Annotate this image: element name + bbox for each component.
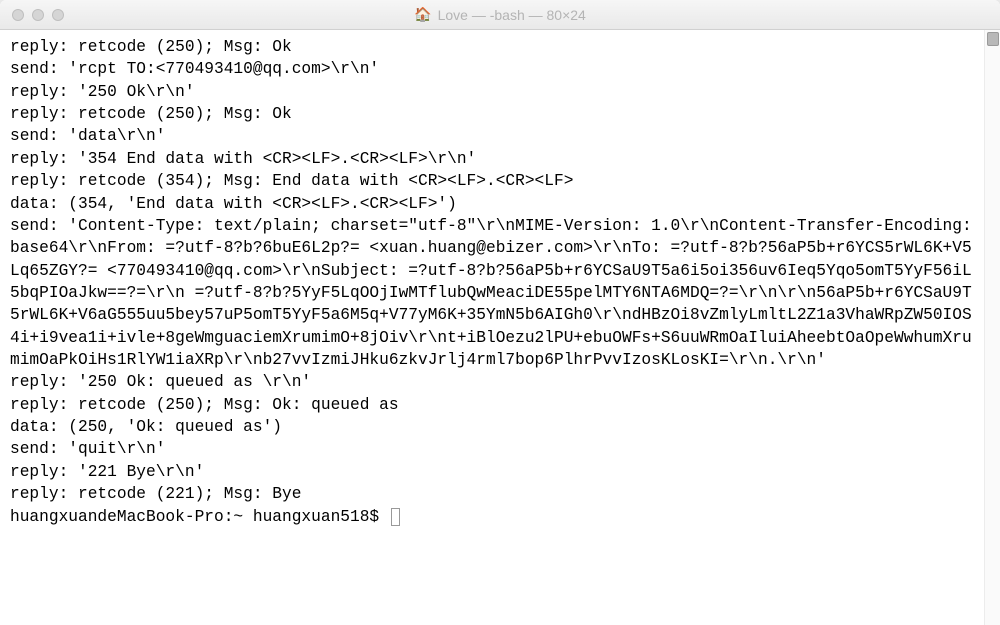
terminal-line: send: 'rcpt TO:<770493410@qq.com>\r\n' [10, 58, 974, 80]
terminal-line: reply: retcode (250); Msg: Ok [10, 36, 974, 58]
terminal-line: reply: retcode (250); Msg: Ok: queued as [10, 394, 974, 416]
scrollbar-thumb[interactable] [987, 32, 999, 46]
terminal-line: send: 'data\r\n' [10, 125, 974, 147]
title-wrap: 🏠 Love — -bash — 80×24 [0, 6, 1000, 23]
close-button[interactable] [12, 9, 24, 21]
home-icon: 🏠 [414, 6, 431, 23]
traffic-lights [0, 9, 64, 21]
terminal-line: data: (250, 'Ok: queued as') [10, 416, 974, 438]
window-title: Love — -bash — 80×24 [438, 7, 586, 23]
terminal-line: send: 'Content-Type: text/plain; charset… [10, 215, 974, 372]
terminal-line: reply: retcode (250); Msg: Ok [10, 103, 974, 125]
terminal-line: reply: '221 Bye\r\n' [10, 461, 974, 483]
terminal-line: reply: '354 End data with <CR><LF>.<CR><… [10, 148, 974, 170]
prompt-line[interactable]: huangxuandeMacBook-Pro:~ huangxuan518$ [10, 506, 974, 528]
terminal-window: 🏠 Love — -bash — 80×24 reply: retcode (2… [0, 0, 1000, 625]
terminal-area: reply: retcode (250); Msg: Oksend: 'rcpt… [0, 30, 1000, 625]
terminal-line: reply: '250 Ok\r\n' [10, 81, 974, 103]
terminal-output[interactable]: reply: retcode (250); Msg: Oksend: 'rcpt… [0, 30, 984, 625]
shell-prompt: huangxuandeMacBook-Pro:~ huangxuan518$ [10, 508, 389, 526]
terminal-line: data: (354, 'End data with <CR><LF>.<CR>… [10, 193, 974, 215]
terminal-line: reply: retcode (221); Msg: Bye [10, 483, 974, 505]
minimize-button[interactable] [32, 9, 44, 21]
titlebar: 🏠 Love — -bash — 80×24 [0, 0, 1000, 30]
terminal-line: reply: '250 Ok: queued as \r\n' [10, 371, 974, 393]
terminal-line: send: 'quit\r\n' [10, 438, 974, 460]
zoom-button[interactable] [52, 9, 64, 21]
cursor [391, 508, 400, 526]
scrollbar-track[interactable] [984, 30, 1000, 625]
terminal-line: reply: retcode (354); Msg: End data with… [10, 170, 974, 192]
